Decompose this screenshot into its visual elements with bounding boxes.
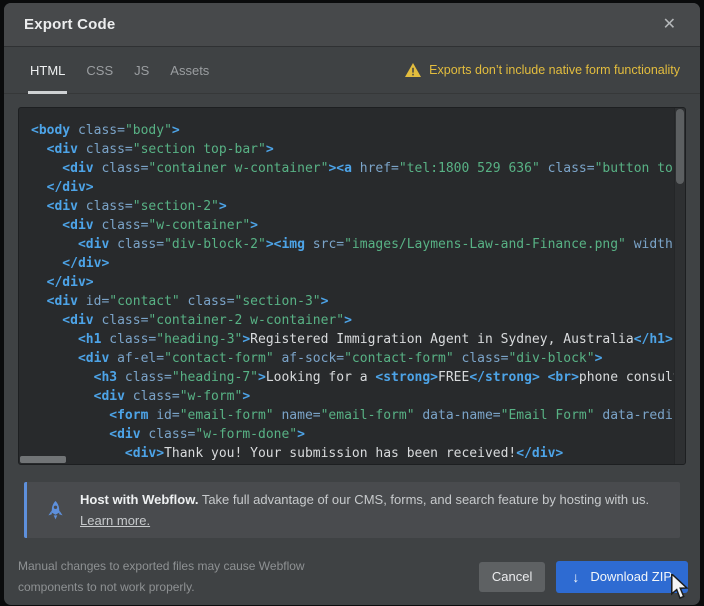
code-line: <div class="container-2 w-container"> (31, 311, 673, 330)
code-line: <div class="w-form"> (31, 387, 673, 406)
banner-text: Host with Webflow. Take full advantage o… (80, 489, 649, 531)
code-content: <body class="body"> <div class="section … (19, 108, 685, 464)
code-line: <div class="container w-container"><a hr… (31, 159, 673, 178)
close-icon[interactable]: ✕ (659, 13, 680, 37)
footer-note-line1: Manual changes to exported files may cau… (18, 556, 305, 577)
banner-body: Take full advantage of our CMS, forms, a… (198, 492, 649, 507)
dialog-title: Export Code (24, 16, 115, 33)
code-viewer[interactable]: <body class="body"> <div class="section … (18, 107, 686, 465)
download-zip-button[interactable]: ↓ Download ZIP (556, 561, 688, 593)
code-line: <form id="email-form" name="email-form" … (31, 406, 673, 425)
code-line: <h1 class="heading-3">Registered Immigra… (31, 330, 673, 349)
tab-html[interactable]: HTML (28, 47, 67, 93)
code-line: <div class="section top-bar"> (31, 140, 673, 159)
code-line: </div> (31, 178, 673, 197)
code-line: <div class="w-form-done"> (31, 425, 673, 444)
footer-buttons: Cancel ↓ Download ZIP (479, 561, 688, 593)
code-line: <div class="div-block-2"><img src="image… (31, 235, 673, 254)
tab-bar: HTML CSS JS Assets (28, 47, 211, 93)
footer-note: Manual changes to exported files may cau… (18, 556, 305, 598)
form-warning: Exports don’t include native form functi… (405, 47, 680, 93)
download-arrow-icon: ↓ (572, 570, 579, 584)
tab-js[interactable]: JS (132, 47, 151, 93)
vertical-scrollbar-thumb[interactable] (676, 109, 684, 184)
rocket-icon (47, 501, 64, 520)
horizontal-scrollbar[interactable] (19, 455, 686, 464)
host-with-webflow-banner: Host with Webflow. Take full advantage o… (24, 482, 680, 538)
dialog-footer: Manual changes to exported files may cau… (4, 538, 700, 605)
code-line: <div class="section-2"> (31, 197, 673, 216)
warning-text: Exports don’t include native form functi… (429, 63, 680, 77)
code-line: <h3 class="heading-7">Looking for a <str… (31, 368, 673, 387)
horizontal-scrollbar-thumb[interactable] (20, 456, 66, 463)
tab-assets[interactable]: Assets (168, 47, 211, 93)
export-code-dialog: Export Code ✕ HTML CSS JS Assets Exports do… (4, 3, 700, 605)
code-line: </div> (31, 254, 673, 273)
code-line: </div> (31, 273, 673, 292)
vertical-scrollbar[interactable] (674, 108, 685, 464)
code-line: <div id="contact" class="section-3"> (31, 292, 673, 311)
code-line: <div af-el="contact-form" af-sock="conta… (31, 349, 673, 368)
tab-row: HTML CSS JS Assets Exports don’t include na… (4, 47, 700, 94)
footer-note-line2: components to not work properly. (18, 577, 305, 598)
learn-more-link[interactable]: Learn more. (80, 513, 150, 528)
code-line: <div class="w-container"> (31, 216, 673, 235)
tab-css[interactable]: CSS (84, 47, 115, 93)
dialog-header: Export Code ✕ (4, 3, 700, 47)
cancel-button[interactable]: Cancel (479, 562, 545, 592)
code-line: <body class="body"> (31, 121, 673, 140)
banner-title: Host with Webflow. (80, 492, 198, 507)
warning-triangle-icon (405, 63, 421, 77)
download-button-label: Download ZIP (590, 569, 672, 584)
